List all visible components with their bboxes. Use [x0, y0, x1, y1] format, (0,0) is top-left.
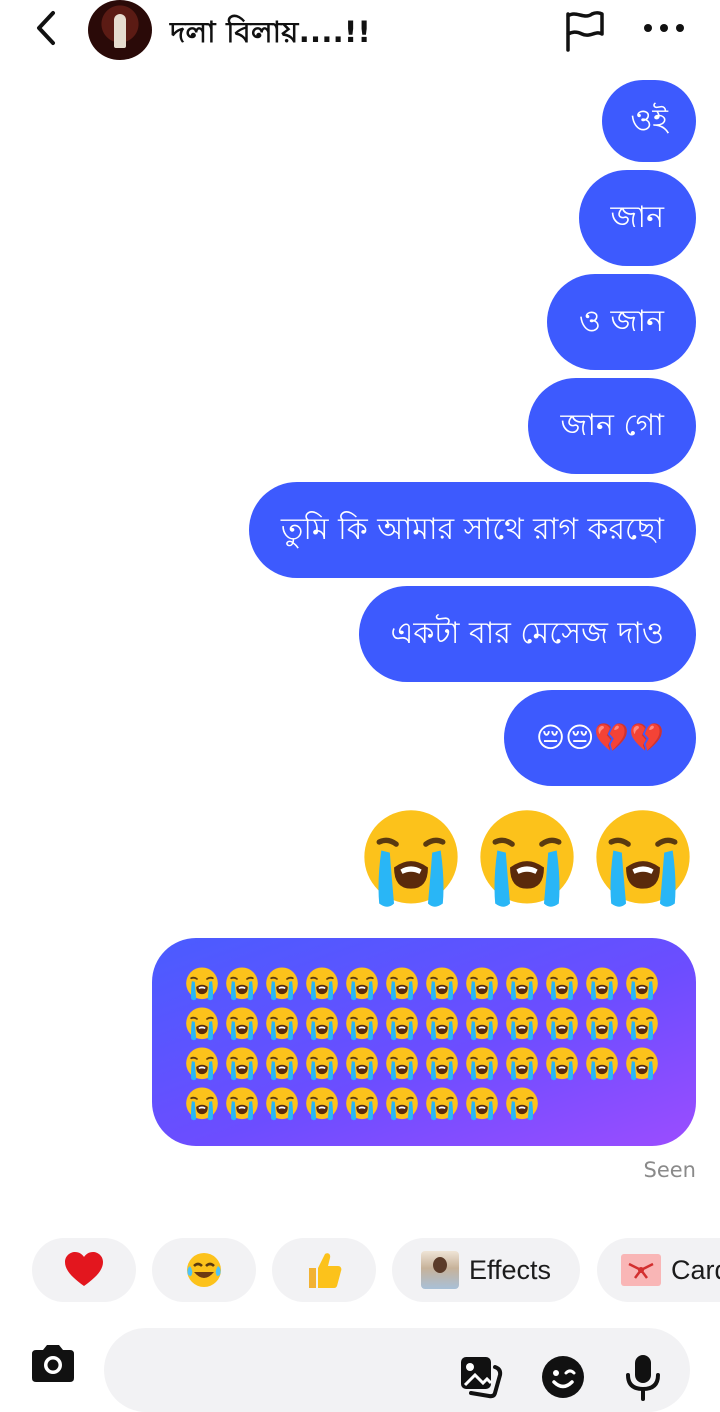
- loudly-crying-face-icon: [590, 806, 696, 912]
- gift-card-icon: [621, 1254, 661, 1286]
- gallery-button[interactable]: [456, 1352, 506, 1402]
- big-emoji-message[interactable]: [358, 806, 696, 912]
- loudly-crying-face-icon: [582, 964, 622, 1004]
- message-list[interactable]: ওই জান ও জান জান গো তুমি কি আমার সাথে রা…: [0, 64, 720, 1214]
- flag-button[interactable]: [560, 6, 608, 54]
- more-horizontal-icon: [644, 24, 684, 32]
- loudly-crying-face-icon: [382, 1004, 422, 1044]
- loudly-crying-face-icon: [302, 1044, 342, 1084]
- effects-label: Effects: [468, 1254, 552, 1285]
- loudly-crying-face-icon: [342, 964, 382, 1004]
- loudly-crying-face-icon: [262, 1044, 302, 1084]
- heart-icon: [65, 1252, 103, 1286]
- loudly-crying-face-icon: [222, 1004, 262, 1044]
- message-bubble[interactable]: ও জান: [546, 274, 696, 370]
- loudly-crying-face-icon: [542, 964, 582, 1004]
- loudly-crying-face-icon: [502, 1084, 542, 1124]
- loudly-crying-face-icon: [462, 1044, 502, 1084]
- loudly-crying-face-icon: [382, 1084, 422, 1124]
- loudly-crying-face-icon: [182, 1004, 222, 1044]
- loudly-crying-face-icon: [182, 1044, 222, 1084]
- loudly-crying-face-icon: [262, 964, 302, 1004]
- loudly-crying-face-icon: [358, 806, 464, 912]
- back-button[interactable]: [28, 8, 64, 48]
- loudly-crying-face-icon: [182, 1084, 222, 1124]
- loudly-crying-face-icon: [262, 1084, 302, 1124]
- loudly-crying-face-icon: [622, 964, 662, 1004]
- message-input-pill: [104, 1328, 690, 1412]
- gallery-icon: [461, 1357, 503, 1399]
- effects-thumbnail-icon: [420, 1251, 459, 1289]
- flag-icon: [566, 11, 604, 52]
- composer: [0, 1318, 720, 1412]
- message-bubble[interactable]: ওই: [602, 80, 696, 162]
- loudly-crying-face-icon: [342, 1044, 382, 1084]
- loudly-crying-face-icon: [182, 964, 222, 1004]
- loudly-crying-face-icon: [422, 964, 462, 1004]
- crying-emoji-message[interactable]: [152, 938, 696, 1146]
- like-reaction-button[interactable]: [272, 1238, 376, 1302]
- loudly-crying-face-icon: [302, 1084, 342, 1124]
- avatar[interactable]: [88, 0, 152, 60]
- loudly-crying-face-icon: [302, 1004, 342, 1044]
- loudly-crying-face-icon: [502, 1044, 542, 1084]
- loudly-crying-face-icon: [502, 1004, 542, 1044]
- loudly-crying-face-icon: [582, 1044, 622, 1084]
- sticker-smile-icon: [542, 1356, 584, 1398]
- loudly-crying-face-icon: [582, 1004, 622, 1044]
- loudly-crying-face-icon: [462, 964, 502, 1004]
- loudly-crying-face-icon: [474, 806, 580, 912]
- message-bubble[interactable]: তুমি কি আমার সাথে রাগ করছো: [248, 482, 696, 578]
- camera-button[interactable]: [28, 1342, 84, 1394]
- thumbs-up-icon: [309, 1253, 342, 1288]
- message-bubble[interactable]: 😔😔💔💔: [503, 690, 696, 786]
- loudly-crying-face-icon: [222, 964, 262, 1004]
- loudly-crying-face-icon: [382, 1044, 422, 1084]
- loudly-crying-face-icon: [622, 1004, 662, 1044]
- tears-of-joy-icon: [187, 1253, 221, 1287]
- quick-actions-bar: Effects Cards: [0, 1238, 720, 1304]
- laugh-reaction-button[interactable]: [152, 1238, 256, 1302]
- loudly-crying-face-icon: [462, 1004, 502, 1044]
- more-options-button[interactable]: [640, 8, 688, 48]
- heart-reaction-button[interactable]: [32, 1238, 136, 1302]
- cards-button[interactable]: Cards: [597, 1238, 720, 1302]
- loudly-crying-face-icon: [622, 1044, 662, 1084]
- chat-header: দলা বিলায়....!!: [0, 0, 720, 64]
- page-title[interactable]: দলা বিলায়....!!: [170, 10, 371, 59]
- message-bubble[interactable]: জান গো: [528, 378, 696, 474]
- loudly-crying-face-icon: [222, 1044, 262, 1084]
- loudly-crying-face-icon: [302, 964, 342, 1004]
- message-bubble[interactable]: জান: [578, 170, 696, 266]
- sticker-button[interactable]: [538, 1352, 588, 1402]
- loudly-crying-face-icon: [422, 1004, 462, 1044]
- loudly-crying-face-icon: [222, 1084, 262, 1124]
- loudly-crying-face-icon: [542, 1004, 582, 1044]
- loudly-crying-face-icon: [342, 1084, 382, 1124]
- effects-button[interactable]: Effects: [392, 1238, 580, 1302]
- loudly-crying-face-icon: [462, 1084, 502, 1124]
- seen-status: Seen: [643, 1158, 696, 1182]
- loudly-crying-face-icon: [262, 1004, 302, 1044]
- loudly-crying-face-icon: [422, 1044, 462, 1084]
- loudly-crying-face-icon: [502, 964, 542, 1004]
- microphone-icon: [626, 1355, 660, 1401]
- cards-label: Cards: [671, 1254, 720, 1285]
- loudly-crying-face-icon: [542, 1044, 582, 1084]
- message-input[interactable]: [132, 1350, 436, 1392]
- loudly-crying-face-icon: [342, 1004, 382, 1044]
- voice-button[interactable]: [618, 1352, 668, 1402]
- chevron-left-icon: [37, 11, 55, 45]
- loudly-crying-face-icon: [422, 1084, 462, 1124]
- loudly-crying-face-icon: [382, 964, 422, 1004]
- message-bubble[interactable]: একটা বার মেসেজ দাও: [358, 586, 696, 682]
- camera-icon: [32, 1345, 74, 1382]
